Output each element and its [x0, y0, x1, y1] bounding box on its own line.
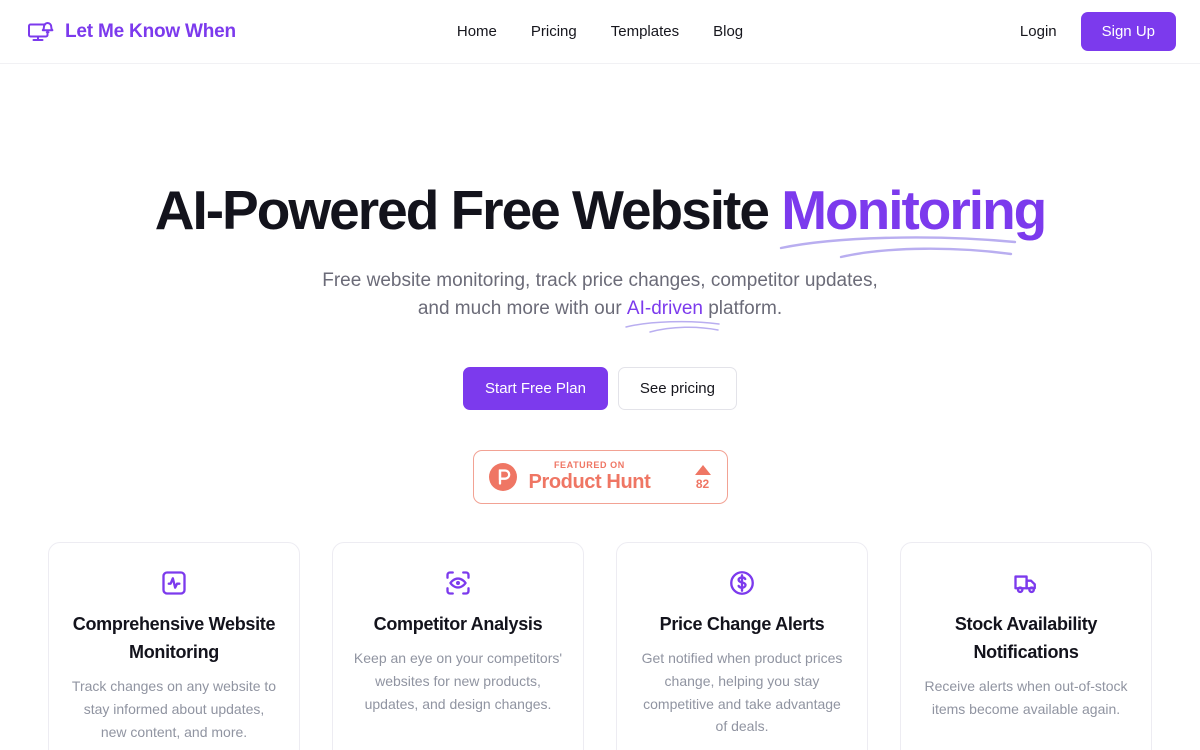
- headline-text: AI-Powered Free Website: [154, 179, 782, 241]
- feature-card-competitor[interactable]: Competitor Analysis Keep an eye on your …: [332, 542, 584, 750]
- activity-square-icon: [160, 569, 188, 597]
- subtitle-text-2: platform.: [702, 298, 783, 320]
- feature-card-title: Price Change Alerts: [659, 614, 825, 635]
- eye-scan-icon: [444, 569, 472, 597]
- header-actions: Login Sign Up: [1020, 12, 1176, 51]
- feature-card-title: Competitor Analysis: [373, 614, 543, 635]
- subtitle-accent: AI-driven: [625, 295, 720, 334]
- feature-card-price-alerts[interactable]: Price Change Alerts Get notified when pr…: [616, 542, 868, 750]
- feature-card-desc: Receive alerts when out-of-stock items b…: [924, 678, 1128, 717]
- start-free-plan-button[interactable]: Start Free Plan: [463, 367, 608, 411]
- upvote-count: 82: [695, 476, 710, 491]
- nav-item-blog[interactable]: Blog: [713, 23, 743, 40]
- brand-logo-link[interactable]: Let Me Know When: [24, 16, 236, 48]
- brand-name: Let Me Know When: [65, 20, 236, 42]
- hero-cta-row: Start Free Plan See pricing: [0, 367, 1200, 411]
- dollar-circle-icon: [728, 569, 756, 597]
- product-hunt-badge[interactable]: FEATURED ON Product Hunt 82: [472, 450, 728, 505]
- feature-card-desc: Keep an eye on your competitors' website…: [353, 650, 563, 712]
- product-hunt-logo-icon: [488, 462, 518, 492]
- subtitle-text-1: Free website monitoring, track price cha…: [322, 270, 878, 320]
- nav-item-home[interactable]: Home: [457, 23, 497, 40]
- truck-icon: [1012, 569, 1040, 597]
- feature-card-desc: Get notified when product prices change,…: [641, 650, 843, 735]
- primary-nav: Home Pricing Templates Blog: [457, 23, 743, 40]
- subtitle-underline-swoosh: [625, 321, 720, 334]
- headline-accent-text: Monitoring: [781, 179, 1047, 241]
- login-link[interactable]: Login: [1020, 23, 1057, 40]
- product-hunt-badge-wrapper: FEATURED ON Product Hunt 82: [0, 450, 1200, 505]
- product-hunt-name: Product Hunt: [528, 471, 651, 494]
- nav-item-templates[interactable]: Templates: [611, 23, 679, 40]
- feature-card-title: Comprehensive Website Monitoring: [72, 614, 276, 663]
- page-title: AI-Powered Free Website Monitoring: [0, 179, 1200, 259]
- site-header: Let Me Know When Home Pricing Templates …: [0, 0, 1200, 64]
- signup-button[interactable]: Sign Up: [1080, 12, 1176, 51]
- hero-section: AI-Powered Free Website Monitoring Free …: [0, 64, 1200, 750]
- feature-cards: Comprehensive Website Monitoring Track c…: [0, 542, 1200, 750]
- nav-item-pricing[interactable]: Pricing: [531, 23, 577, 40]
- feature-card-monitoring[interactable]: Comprehensive Website Monitoring Track c…: [48, 542, 300, 750]
- upvote-triangle-icon: [694, 464, 711, 475]
- subtitle-accent-text: AI-driven: [626, 298, 703, 320]
- see-pricing-button[interactable]: See pricing: [617, 367, 737, 411]
- product-hunt-vote: 82: [694, 464, 713, 491]
- headline-accent: Monitoring: [779, 179, 1047, 259]
- feature-card-desc: Track changes on any website to stay inf…: [71, 678, 277, 740]
- product-hunt-text: FEATURED ON Product Hunt: [528, 460, 651, 494]
- hero-subtitle: Free website monitoring, track price cha…: [320, 267, 880, 334]
- product-hunt-featured-label: FEATURED ON: [553, 460, 625, 471]
- feature-card-title: Stock Availability Notifications: [954, 614, 1098, 663]
- feature-card-stock[interactable]: Stock Availability Notifications Receive…: [900, 542, 1152, 750]
- headline-underline-swoosh: [779, 236, 1017, 259]
- monitor-bell-icon: [24, 16, 56, 48]
